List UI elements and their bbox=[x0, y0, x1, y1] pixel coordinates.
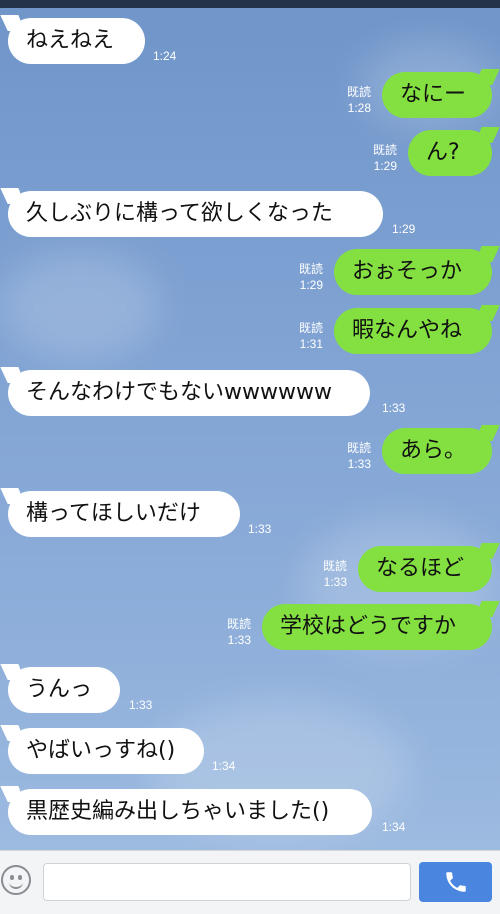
chat-log[interactable]: ねえねえ 1:24 既読 1:28 なにー 既読 1:29 ん? 久しぶりに構っ… bbox=[0, 8, 500, 850]
message-time: 1:29 bbox=[299, 278, 323, 292]
message-text: 黒歴史編み出しちゃいました() bbox=[26, 799, 330, 824]
outgoing-bubble[interactable]: 暇なんやね bbox=[334, 308, 492, 354]
message-row-incoming: 黒歴史編み出しちゃいました() 1:34 bbox=[0, 789, 500, 839]
incoming-bubble[interactable]: ねえねえ bbox=[8, 18, 145, 64]
read-receipt: 既読 bbox=[226, 617, 251, 631]
read-receipt: 既読 bbox=[372, 143, 397, 157]
message-meta: 既読 1:28 bbox=[347, 84, 371, 116]
incoming-bubble[interactable]: 構ってほしいだけ bbox=[8, 491, 240, 537]
outgoing-bubble[interactable]: おぉそっか bbox=[334, 249, 492, 295]
message-text: そんなわけでもないwwwwww bbox=[26, 380, 332, 405]
message-meta: 1:29 bbox=[392, 221, 415, 237]
message-meta: 既読 1:29 bbox=[373, 142, 397, 174]
message-row-outgoing: 既読 1:28 なにー bbox=[0, 72, 500, 122]
message-time: 1:33 bbox=[248, 522, 272, 536]
message-time: 1:34 bbox=[212, 759, 236, 773]
message-text: うんっ bbox=[26, 677, 93, 702]
message-meta: 1:24 bbox=[153, 48, 176, 64]
message-meta: 1:33 bbox=[382, 400, 405, 416]
read-receipt: 既読 bbox=[298, 262, 323, 276]
emoji-icon[interactable] bbox=[1, 865, 31, 895]
message-meta: 1:34 bbox=[212, 758, 235, 774]
message-time: 1:29 bbox=[392, 222, 416, 236]
message-text: 学校はどうですか bbox=[280, 614, 457, 639]
outgoing-bubble[interactable]: あら。 bbox=[382, 428, 492, 474]
message-row-incoming: ねえねえ 1:24 bbox=[0, 18, 500, 68]
message-text: ねえねえ bbox=[26, 28, 115, 53]
message-time: 1:31 bbox=[299, 337, 323, 351]
message-text: ん? bbox=[426, 140, 460, 165]
message-time: 1:33 bbox=[129, 698, 153, 712]
message-meta: 既読 1:31 bbox=[299, 320, 323, 352]
message-time: 1:28 bbox=[347, 101, 371, 115]
message-meta: 既読 1:29 bbox=[299, 261, 323, 293]
read-receipt: 既読 bbox=[322, 559, 347, 573]
message-text: あら。 bbox=[400, 438, 467, 463]
message-text: なにー bbox=[400, 82, 467, 107]
outgoing-bubble[interactable]: ん? bbox=[408, 130, 492, 176]
message-row-incoming: 構ってほしいだけ 1:33 bbox=[0, 491, 500, 541]
message-time: 1:34 bbox=[382, 820, 406, 834]
call-button[interactable] bbox=[419, 862, 492, 902]
message-text: 構ってほしいだけ bbox=[26, 501, 201, 526]
message-row-outgoing: 既読 1:33 学校はどうですか bbox=[0, 604, 500, 654]
message-text: おぉそっか bbox=[352, 259, 463, 284]
phone-icon bbox=[445, 872, 466, 892]
message-meta: 既読 1:33 bbox=[323, 558, 347, 590]
emoji-mouth bbox=[9, 879, 23, 889]
message-text: なるほど bbox=[376, 556, 465, 581]
message-time: 1:33 bbox=[227, 633, 251, 647]
message-meta: 既読 1:33 bbox=[347, 440, 371, 472]
outgoing-bubble[interactable]: なるほど bbox=[358, 546, 492, 592]
incoming-bubble[interactable]: そんなわけでもないwwwwww bbox=[8, 370, 370, 416]
outgoing-bubble[interactable]: 学校はどうですか bbox=[262, 604, 492, 650]
incoming-bubble[interactable]: やばいっすね() bbox=[8, 728, 204, 774]
message-row-outgoing: 既読 1:29 ん? bbox=[0, 130, 500, 180]
message-row-outgoing: 既読 1:33 なるほど bbox=[0, 546, 500, 596]
outgoing-bubble[interactable]: なにー bbox=[382, 72, 492, 118]
message-meta: 既読 1:33 bbox=[227, 616, 251, 648]
message-input[interactable] bbox=[43, 863, 411, 901]
message-row-incoming: うんっ 1:33 bbox=[0, 667, 500, 717]
message-row-incoming: やばいっすね() 1:34 bbox=[0, 728, 500, 778]
read-receipt: 既読 bbox=[298, 321, 323, 335]
message-text: 暇なんやね bbox=[352, 318, 463, 343]
incoming-bubble[interactable]: うんっ bbox=[8, 667, 120, 713]
message-row-incoming: そんなわけでもないwwwwww 1:33 bbox=[0, 370, 500, 420]
message-row-outgoing: 既読 1:33 あら。 bbox=[0, 428, 500, 478]
message-row-outgoing: 既読 1:31 暇なんやね bbox=[0, 308, 500, 358]
message-time: 1:33 bbox=[347, 457, 371, 471]
message-meta: 1:33 bbox=[248, 521, 271, 537]
read-receipt: 既読 bbox=[346, 85, 371, 99]
message-time: 1:33 bbox=[382, 401, 406, 415]
incoming-bubble[interactable]: 黒歴史編み出しちゃいました() bbox=[8, 789, 372, 835]
incoming-bubble[interactable]: 久しぶりに構って欲しくなった bbox=[8, 191, 383, 237]
message-meta: 1:33 bbox=[129, 697, 152, 713]
message-input-bar bbox=[0, 850, 500, 914]
message-time: 1:24 bbox=[153, 49, 177, 63]
message-text: 久しぶりに構って欲しくなった bbox=[26, 201, 333, 226]
message-time: 1:33 bbox=[323, 575, 347, 589]
read-receipt: 既読 bbox=[346, 441, 371, 455]
message-meta: 1:34 bbox=[382, 819, 405, 835]
message-text: やばいっすね() bbox=[26, 738, 176, 763]
message-time: 1:29 bbox=[373, 159, 397, 173]
message-row-outgoing: 既読 1:29 おぉそっか bbox=[0, 249, 500, 299]
message-row-incoming: 久しぶりに構って欲しくなった 1:29 bbox=[0, 191, 500, 241]
status-bar-strip bbox=[0, 0, 500, 8]
